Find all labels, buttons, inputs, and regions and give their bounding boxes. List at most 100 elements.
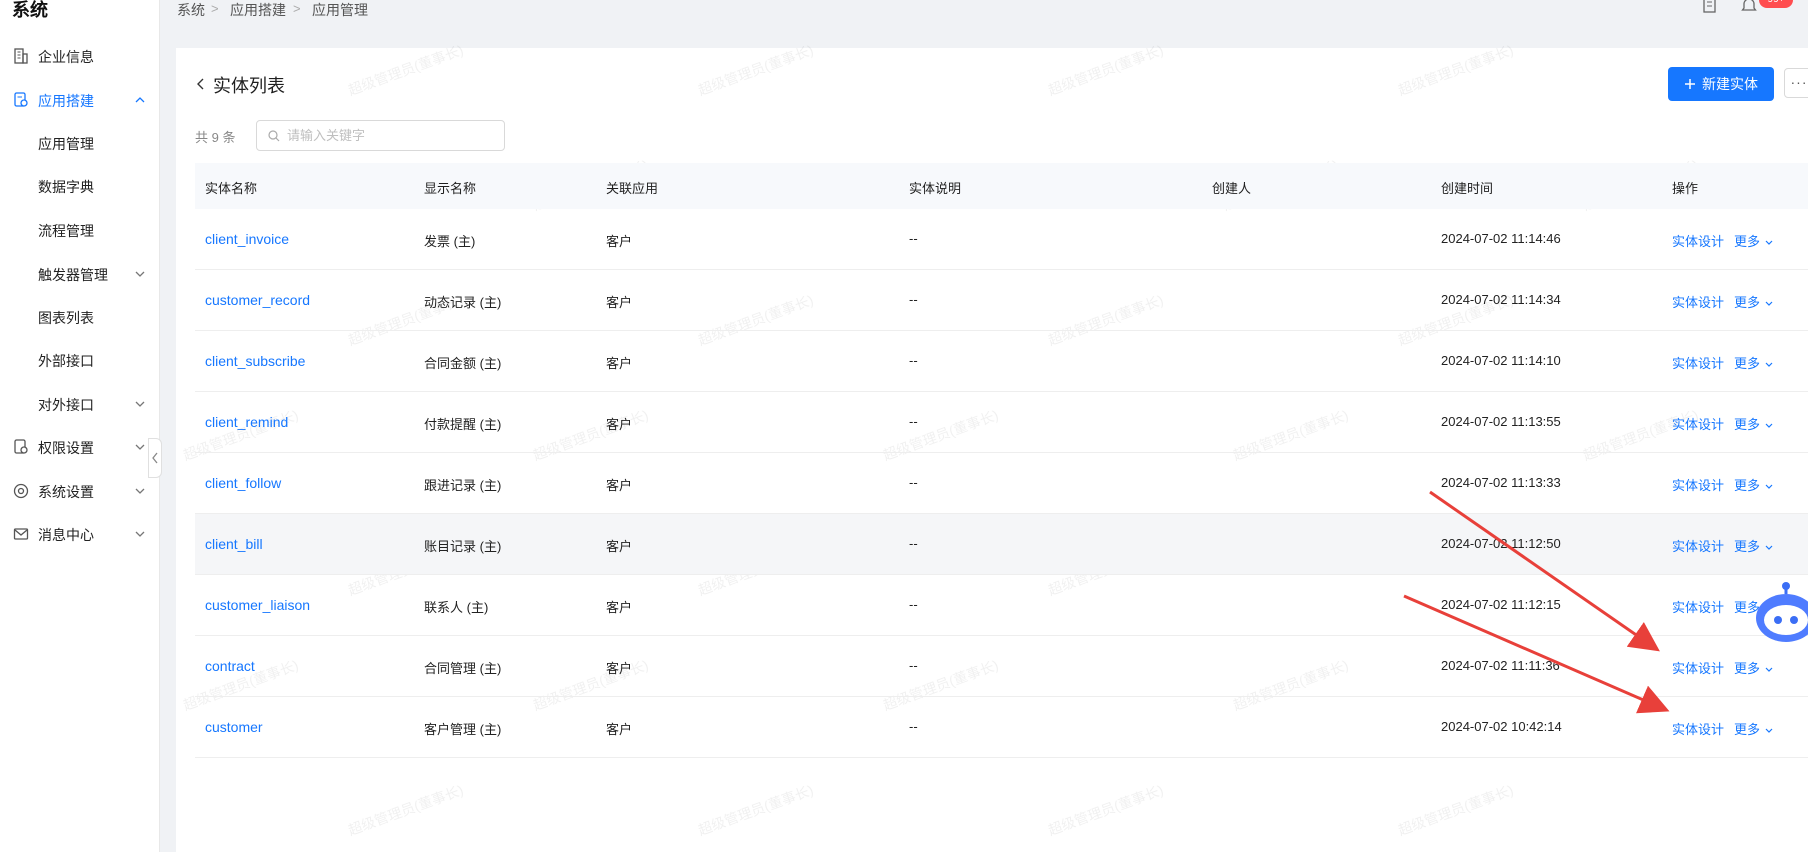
display-name: 联系人 (主) (424, 600, 489, 615)
created-time: 2024-07-02 11:14:46 (1441, 231, 1561, 246)
sidebar: 系统 企业信息 应用搭建 应用管理 数据字典 流程管理 触发器管理 图表列表 外… (0, 0, 160, 852)
entity-design-link[interactable]: 实体设计 (1672, 536, 1724, 555)
entity-name-link[interactable]: customer_liaison (205, 597, 310, 613)
more-dropdown[interactable]: 更多 (1734, 353, 1774, 372)
sidebar-item-label: 图表列表 (38, 310, 94, 326)
breadcrumb-item[interactable]: 系统 (177, 0, 205, 20)
entity-design-link[interactable]: 实体设计 (1672, 719, 1724, 738)
related-app: 客户 (606, 234, 633, 249)
sidebar-item-app-management[interactable]: 应用管理 (0, 125, 160, 161)
chevron-left-icon (152, 452, 158, 464)
entity-design-link[interactable]: 实体设计 (1672, 231, 1724, 250)
related-app: 客户 (606, 356, 633, 371)
sidebar-item-process-management[interactable]: 流程管理 (0, 212, 160, 248)
entity-name-link[interactable]: client_follow (205, 475, 281, 491)
related-app: 客户 (606, 722, 633, 737)
entity-design-link[interactable]: 实体设计 (1672, 475, 1724, 494)
more-dropdown[interactable]: 更多 (1734, 231, 1774, 250)
more-dropdown[interactable]: 更多 (1734, 719, 1774, 738)
entity-design-link[interactable]: 实体设计 (1672, 353, 1724, 372)
column-header: 创建人 (1212, 181, 1252, 196)
more-options-button[interactable]: ··· (1784, 68, 1808, 98)
entity-name-link[interactable]: contract (205, 658, 255, 674)
chevron-down-icon (135, 488, 145, 494)
more-label: 更多 (1734, 539, 1761, 554)
assistant-robot-icon[interactable] (1752, 582, 1808, 646)
page-title: 实体列表 (213, 76, 285, 96)
entity-name-link[interactable]: client_remind (205, 414, 288, 430)
created-time: 2024-07-02 10:42:14 (1441, 719, 1562, 734)
document-icon[interactable] (1702, 0, 1718, 14)
display-name: 跟进记录 (主) (424, 478, 502, 493)
search-input[interactable] (256, 120, 505, 151)
sidebar-item-permissions[interactable]: 权限设置 (0, 429, 160, 465)
chevron-down-icon (1765, 240, 1773, 245)
entity-name-link[interactable]: customer_record (205, 292, 310, 308)
table-row: customer 客户管理 (主) 客户 -- 2024-07-02 10:42… (195, 697, 1808, 758)
more-dropdown[interactable]: 更多 (1734, 292, 1774, 311)
sidebar-item-message-center[interactable]: 消息中心 (0, 516, 160, 552)
entity-description: -- (909, 475, 918, 490)
new-entity-button[interactable]: 新建实体 (1668, 67, 1774, 101)
sidebar-item-chart-list[interactable]: 图表列表 (0, 299, 160, 335)
chevron-down-icon (1765, 728, 1773, 733)
related-app: 客户 (606, 295, 633, 310)
entity-name-link[interactable]: customer (205, 719, 263, 735)
settings-icon (13, 483, 29, 499)
table-row: client_invoice 发票 (主) 客户 -- 2024-07-02 1… (195, 209, 1808, 270)
sidebar-item-external-interface[interactable]: 外部接口 (0, 342, 160, 378)
chevron-down-icon (135, 401, 145, 407)
more-dropdown[interactable]: 更多 (1734, 414, 1774, 433)
more-label: 更多 (1734, 356, 1761, 371)
sidebar-item-app-build[interactable]: 应用搭建 (0, 82, 160, 118)
column-header: 关联应用 (606, 181, 659, 196)
mail-icon (13, 528, 29, 540)
notification-badge: 99+ (1759, 0, 1793, 8)
entity-design-link[interactable]: 实体设计 (1672, 597, 1724, 616)
entity-description: -- (909, 414, 918, 429)
display-name: 付款提醒 (主) (424, 417, 502, 432)
display-name: 动态记录 (主) (424, 295, 502, 310)
entity-name-link[interactable]: client_subscribe (205, 353, 305, 369)
more-dropdown[interactable]: 更多 (1734, 658, 1774, 677)
display-name: 发票 (主) (424, 234, 476, 249)
display-name: 客户管理 (主) (424, 722, 502, 737)
sidebar-item-label: 消息中心 (38, 527, 94, 543)
entity-design-link[interactable]: 实体设计 (1672, 658, 1724, 677)
more-label: 更多 (1734, 417, 1761, 432)
column-header: 实体名称 (205, 181, 258, 196)
display-name: 合同金额 (主) (424, 356, 502, 371)
related-app: 客户 (606, 600, 633, 615)
sidebar-item-data-dictionary[interactable]: 数据字典 (0, 168, 160, 204)
table-row: contract 合同管理 (主) 客户 -- 2024-07-02 11:11… (195, 636, 1808, 697)
breadcrumb-item-current: 应用管理 (312, 2, 368, 18)
bell-icon[interactable] (1740, 0, 1758, 14)
more-dropdown[interactable]: 更多 (1734, 536, 1774, 555)
sidebar-collapse-handle[interactable] (148, 438, 162, 478)
back-chevron-icon[interactable] (196, 77, 206, 91)
created-time: 2024-07-02 11:11:36 (1441, 658, 1560, 673)
entity-description: -- (909, 597, 918, 612)
created-time: 2024-07-02 11:12:15 (1441, 597, 1561, 612)
sidebar-item-open-interface[interactable]: 对外接口 (0, 386, 160, 422)
search-icon (268, 130, 280, 142)
chevron-down-icon (135, 531, 145, 537)
entity-design-link[interactable]: 实体设计 (1672, 414, 1724, 433)
new-entity-label: 新建实体 (1702, 76, 1758, 92)
entity-design-link[interactable]: 实体设计 (1672, 292, 1724, 311)
app-title: 系统 (12, 0, 48, 20)
breadcrumb-item[interactable]: 应用搭建 (230, 0, 286, 20)
entity-name-link[interactable]: client_invoice (205, 231, 289, 247)
chevron-down-icon (1765, 423, 1773, 428)
sidebar-item-system-settings[interactable]: 系统设置 (0, 473, 160, 509)
entity-name-link[interactable]: client_bill (205, 536, 263, 552)
table-row: customer_liaison 联系人 (主) 客户 -- 2024-07-0… (195, 575, 1808, 636)
sidebar-item-company-info[interactable]: 企业信息 (0, 38, 160, 74)
more-dropdown[interactable]: 更多 (1734, 475, 1774, 494)
entity-description: -- (909, 536, 918, 551)
table-row: client_follow 跟进记录 (主) 客户 -- 2024-07-02 … (195, 453, 1808, 514)
table-row: client_remind 付款提醒 (主) 客户 -- 2024-07-02 … (195, 392, 1808, 453)
sidebar-item-trigger-management[interactable]: 触发器管理 (0, 256, 160, 292)
entity-description: -- (909, 292, 918, 307)
related-app: 客户 (606, 661, 633, 676)
